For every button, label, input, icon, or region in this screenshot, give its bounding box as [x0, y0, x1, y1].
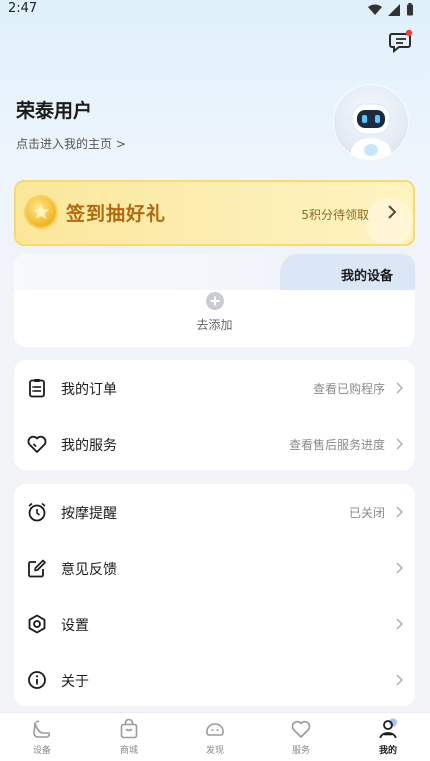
profile-section[interactable]: 荣泰用户 点击进入我的主页 >: [16, 96, 126, 152]
chevron-right-icon: [396, 506, 403, 518]
tab-label: 我的: [378, 746, 397, 756]
row-settings[interactable]: 设置: [14, 596, 415, 652]
system-icons: [368, 3, 414, 16]
orders-group: 我的订单 查看已购程序 我的服务 查看售后服务进度: [14, 360, 415, 470]
signin-title: 签到抽好礼: [66, 203, 167, 225]
chevron-right-icon: [396, 618, 403, 630]
row-label: 设置: [61, 618, 89, 634]
alarm-clock-icon: [28, 502, 46, 522]
signin-reward-text: 5积分待领取: [301, 208, 369, 222]
unread-badge: [405, 29, 413, 37]
tab-service[interactable]: 服务: [271, 717, 331, 756]
user-name: 荣泰用户: [16, 100, 93, 122]
row-label: 我的订单: [61, 382, 117, 398]
device-icon: [33, 720, 51, 738]
hexagon-settings-icon: [28, 614, 46, 634]
my-devices-label[interactable]: 我的设备: [341, 265, 393, 284]
row-feedback[interactable]: 意见反馈: [14, 540, 415, 596]
status-bar: 2:47: [0, 0, 430, 22]
robot-avatar-icon: [347, 103, 395, 160]
row-value: 查看售后服务进度: [288, 438, 385, 452]
my-devices-card: 我的设备 去添加: [14, 254, 415, 347]
profile-link[interactable]: 点击进入我的主页 >: [16, 135, 126, 152]
tab-discover[interactable]: 发现: [185, 717, 245, 756]
row-my-services[interactable]: 我的服务 查看售后服务进度: [14, 416, 415, 472]
signal-icon: [388, 3, 400, 16]
row-label: 按摩提醒: [61, 506, 117, 522]
row-label: 意见反馈: [61, 562, 117, 578]
chevron-right-icon: [396, 674, 403, 686]
wifi-icon: [368, 4, 382, 15]
add-device-icon[interactable]: [206, 292, 224, 310]
coin-icon: [26, 197, 56, 227]
status-time: 2:47: [8, 1, 38, 16]
chevron-right-icon: [396, 382, 403, 394]
tab-label: 服务: [291, 746, 310, 756]
edit-icon: [28, 559, 46, 578]
signin-banner[interactable]: 签到抽好礼 5积分待领取: [14, 180, 415, 246]
settings-group: 按摩提醒 已关闭 意见反馈 设置 关于: [14, 484, 415, 706]
tab-label: 设备: [32, 746, 51, 756]
tab-devices[interactable]: 设备: [12, 717, 72, 756]
discover-icon: [206, 723, 224, 736]
tab-label: 发现: [205, 746, 224, 756]
row-my-orders[interactable]: 我的订单 查看已购程序: [14, 360, 415, 416]
message-icon: [389, 29, 413, 54]
message-button[interactable]: [388, 28, 414, 54]
tab-label: 商城: [119, 746, 138, 756]
row-value: 已关闭: [348, 506, 385, 520]
chevron-right-icon: [388, 205, 397, 219]
chevron-right-icon: [396, 438, 403, 450]
tab-shop[interactable]: 商城: [99, 717, 159, 756]
info-icon: [28, 671, 46, 689]
battery-icon: [407, 3, 413, 16]
row-about[interactable]: 关于: [14, 652, 415, 708]
avatar[interactable]: [333, 84, 409, 160]
profile-icon: [379, 718, 397, 739]
clipboard-icon: [29, 379, 45, 398]
row-value: 查看已购程序: [312, 382, 385, 396]
add-device-label[interactable]: 去添加: [14, 316, 415, 333]
row-label: 关于: [61, 674, 89, 690]
bottom-tab-bar: 设备 商城 发现 服务 我的: [0, 712, 430, 761]
service-heart-icon: [291, 720, 311, 738]
row-label: 我的服务: [61, 438, 117, 454]
chevron-right-icon: [396, 562, 403, 574]
tab-mine[interactable]: 我的: [358, 717, 418, 756]
shop-bag-icon: [120, 718, 138, 739]
heart-icon: [27, 435, 47, 453]
row-massage-reminder[interactable]: 按摩提醒 已关闭: [14, 484, 415, 540]
